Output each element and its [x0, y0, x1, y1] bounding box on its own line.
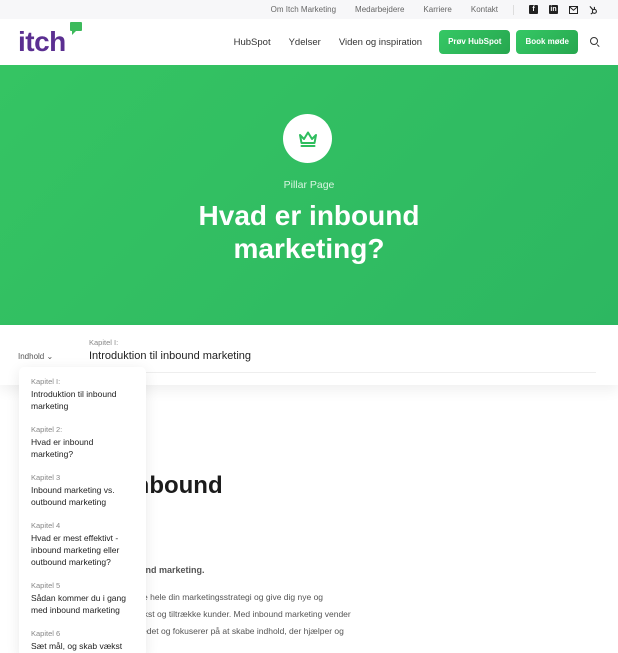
body-line: ang på hovedet og fokuserer på at skabe … — [100, 626, 344, 636]
speech-bubble-icon — [70, 22, 82, 35]
page-title: Hvad er inbound marketing? — [0, 199, 618, 265]
hero-kicker: Pillar Page — [283, 179, 335, 191]
topbar-divider — [513, 4, 514, 15]
main-navbar: itch HubSpot Ydelser Viden og inspiratio… — [0, 19, 618, 65]
toc-dropdown-panel: Kapitel I: Introduktion til inbound mark… — [19, 367, 146, 653]
hubspot-icon[interactable] — [589, 5, 598, 15]
chapter-divider — [89, 372, 596, 373]
current-chapter-title: Introduktion til inbound marketing — [89, 350, 252, 362]
toc-item-kicker: Kapitel 5 — [31, 581, 61, 590]
current-chapter-kicker: Kapitel I: — [89, 338, 119, 347]
facebook-icon[interactable]: f — [529, 5, 538, 14]
toc-item-kicker: Kapitel 3 — [31, 473, 61, 482]
toc-item-title: Hvad er mest effektivt - inbound marketi… — [31, 533, 120, 567]
nav-hubspot[interactable]: HubSpot — [234, 37, 271, 48]
toc-item-title: Sæt mål, og skab vækst — [31, 641, 123, 651]
nav-ydelser[interactable]: Ydelser — [289, 37, 321, 48]
topbar-link-karriere[interactable]: Karriere — [423, 5, 451, 14]
toc-item-kicker: Kapitel I: — [31, 377, 61, 386]
hero-title-text: Hvad er inbound marketing? — [198, 200, 420, 264]
toc-item-chapter-3[interactable]: Kapitel 3 Inbound marketing vs. outbound… — [31, 472, 134, 508]
toc-item-kicker: Kapitel 2: — [31, 425, 63, 434]
toc-item-chapter-4[interactable]: Kapitel 4 Hvad er mest effektivt - inbou… — [31, 520, 134, 568]
toc-item-title: Introduktion til inbound marketing — [31, 389, 117, 411]
social-links: f in — [529, 5, 598, 15]
nav-viden[interactable]: Viden og inspiration — [339, 37, 422, 48]
toc-item-chapter-5[interactable]: Kapitel 5 Sådan kommer du i gang med inb… — [31, 580, 134, 616]
try-hubspot-button[interactable]: Prøv HubSpot — [439, 30, 511, 54]
logo-text: itch — [18, 26, 66, 57]
body-line: at redefinere hele din marketingsstrateg… — [100, 592, 324, 602]
toc-item-chapter-2[interactable]: Kapitel 2: Hvad er inbound marketing? — [31, 424, 134, 460]
toc-item-kicker: Kapitel 4 — [31, 521, 61, 530]
body-line: n skaffe vækst og tiltrække kunder. Med … — [100, 609, 351, 619]
linkedin-icon[interactable]: in — [549, 5, 558, 14]
nav-links: HubSpot Ydelser Viden og inspiration Prø… — [216, 30, 600, 54]
toc-item-kicker: Kapitel 6 — [31, 629, 61, 638]
itch-logo[interactable]: itch — [18, 22, 82, 57]
topbar-link-medarbejdere[interactable]: Medarbejdere — [355, 5, 404, 14]
crown-icon — [283, 114, 332, 163]
toc-item-chapter-1[interactable]: Kapitel I: Introduktion til inbound mark… — [31, 376, 134, 412]
top-utility-bar: Om Itch Marketing Medarbejdere Karriere … — [0, 0, 618, 19]
topbar-link-om-itch[interactable]: Om Itch Marketing — [271, 5, 336, 14]
topbar-link-kontakt[interactable]: Kontakt — [471, 5, 498, 14]
toc-item-title: Hvad er inbound marketing? — [31, 437, 94, 459]
hero-banner: Pillar Page Hvad er inbound marketing? — [0, 65, 618, 325]
book-meeting-button[interactable]: Book møde — [516, 30, 578, 54]
search-icon[interactable] — [590, 37, 600, 47]
toc-item-title: Sådan kommer du i gang med inbound marke… — [31, 593, 126, 615]
toc-item-title: Inbound marketing vs. outbound marketing — [31, 485, 115, 507]
toc-item-chapter-6[interactable]: Kapitel 6 Sæt mål, og skab vækst — [31, 628, 134, 652]
mail-icon[interactable] — [569, 5, 578, 14]
section-body: at redefinere hele din marketingsstrateg… — [100, 589, 410, 640]
toc-dropdown-toggle[interactable]: Indhold ⌄ — [18, 352, 53, 361]
